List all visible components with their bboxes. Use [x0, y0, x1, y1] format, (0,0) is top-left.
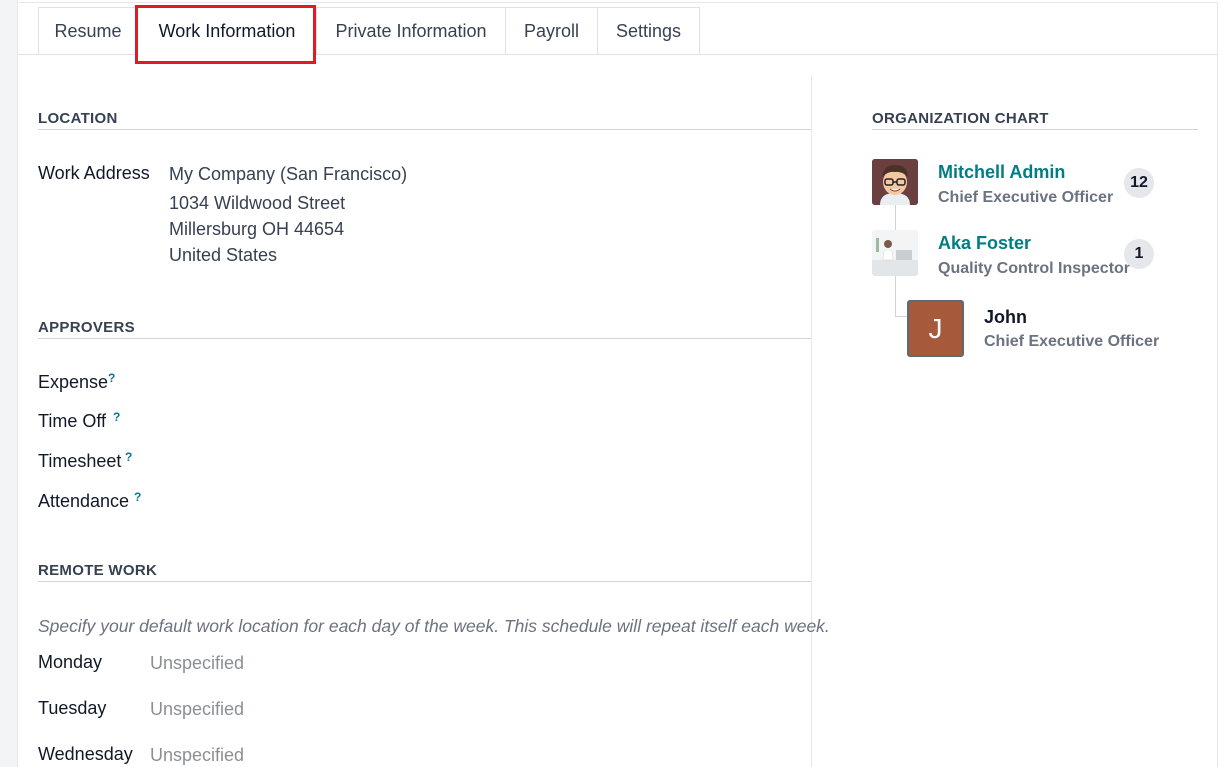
timeoff-approver-label: Time Off [38, 411, 107, 431]
work-address-label: Work Address [38, 163, 150, 183]
expense-approver-label: Expense [38, 372, 109, 392]
tab-resume[interactable]: Resume [38, 7, 138, 55]
org-chart-rule [872, 129, 1198, 130]
remote-work-rule [38, 581, 811, 582]
subordinates-count-badge[interactable]: 12 [1124, 168, 1154, 198]
org-tree-connector [895, 276, 896, 316]
remote-work-section-title: REMOTE WORK [38, 562, 158, 579]
john-avatar: J [907, 300, 964, 357]
org-tree-connector [895, 316, 907, 317]
day-label-wednesday: Wednesday [38, 744, 133, 764]
tuesday-location-field[interactable]: Unspecified [150, 699, 244, 720]
work-address-country: United States [169, 245, 278, 265]
day-label-monday: Monday [38, 652, 103, 672]
tab-settings[interactable]: Settings [597, 7, 700, 55]
remote-work-note: Specify your default work location for e… [38, 616, 830, 636]
approvers-rule [38, 338, 811, 339]
org-person-job-mitchell: Chief Executive Officer [938, 189, 1114, 206]
approvers-section-title: APPROVERS [38, 319, 135, 336]
aka-foster-avatar[interactable] [872, 230, 918, 276]
org-person-job-aka: Quality Control Inspector [938, 260, 1131, 277]
location-rule [38, 129, 811, 130]
org-current-name: John [984, 307, 1027, 327]
day-label-tuesday: Tuesday [38, 698, 107, 718]
column-divider [811, 75, 812, 767]
cartoon-face-icon [872, 159, 918, 205]
work-address-city: Millersburg OH 44654 [169, 219, 345, 239]
org-person-name-aka[interactable]: Aka Foster [938, 233, 1031, 254]
tab-payroll[interactable]: Payroll [505, 7, 598, 55]
attendance-approver-label: Attendance [38, 491, 130, 511]
expense-help-icon[interactable]: ? [108, 371, 115, 385]
subordinates-count-badge[interactable]: 1 [1124, 239, 1154, 269]
monday-location-field[interactable]: Unspecified [150, 653, 244, 674]
timeoff-help-icon[interactable]: ? [113, 410, 120, 424]
office-photo-icon [872, 230, 918, 276]
location-section-title: LOCATION [38, 110, 118, 127]
timesheet-help-icon[interactable]: ? [125, 450, 132, 464]
timesheet-approver-label: Timesheet [38, 451, 122, 471]
wednesday-location-field[interactable]: Unspecified [150, 745, 244, 766]
org-person-name-mitchell[interactable]: Mitchell Admin [938, 162, 1065, 183]
employee-form: Resume Work Information Private Informat… [0, 0, 1220, 767]
left-gutter [0, 0, 18, 767]
work-address-company[interactable]: My Company (San Francisco) [169, 164, 407, 185]
tab-private-information[interactable]: Private Information [316, 7, 506, 55]
tab-work-information[interactable]: Work Information [137, 7, 317, 55]
top-border [18, 2, 1218, 3]
attendance-help-icon[interactable]: ? [134, 490, 141, 504]
work-address-street: 1034 Wildwood Street [169, 193, 346, 213]
org-current-job: Chief Executive Officer [984, 333, 1160, 350]
mitchell-admin-avatar[interactable] [872, 159, 918, 205]
org-tree-connector [895, 205, 896, 230]
notebook-tabs: Resume Work Information Private Informat… [38, 7, 700, 55]
right-border [1217, 2, 1218, 767]
org-chart-title: ORGANIZATION CHART [872, 110, 1049, 127]
